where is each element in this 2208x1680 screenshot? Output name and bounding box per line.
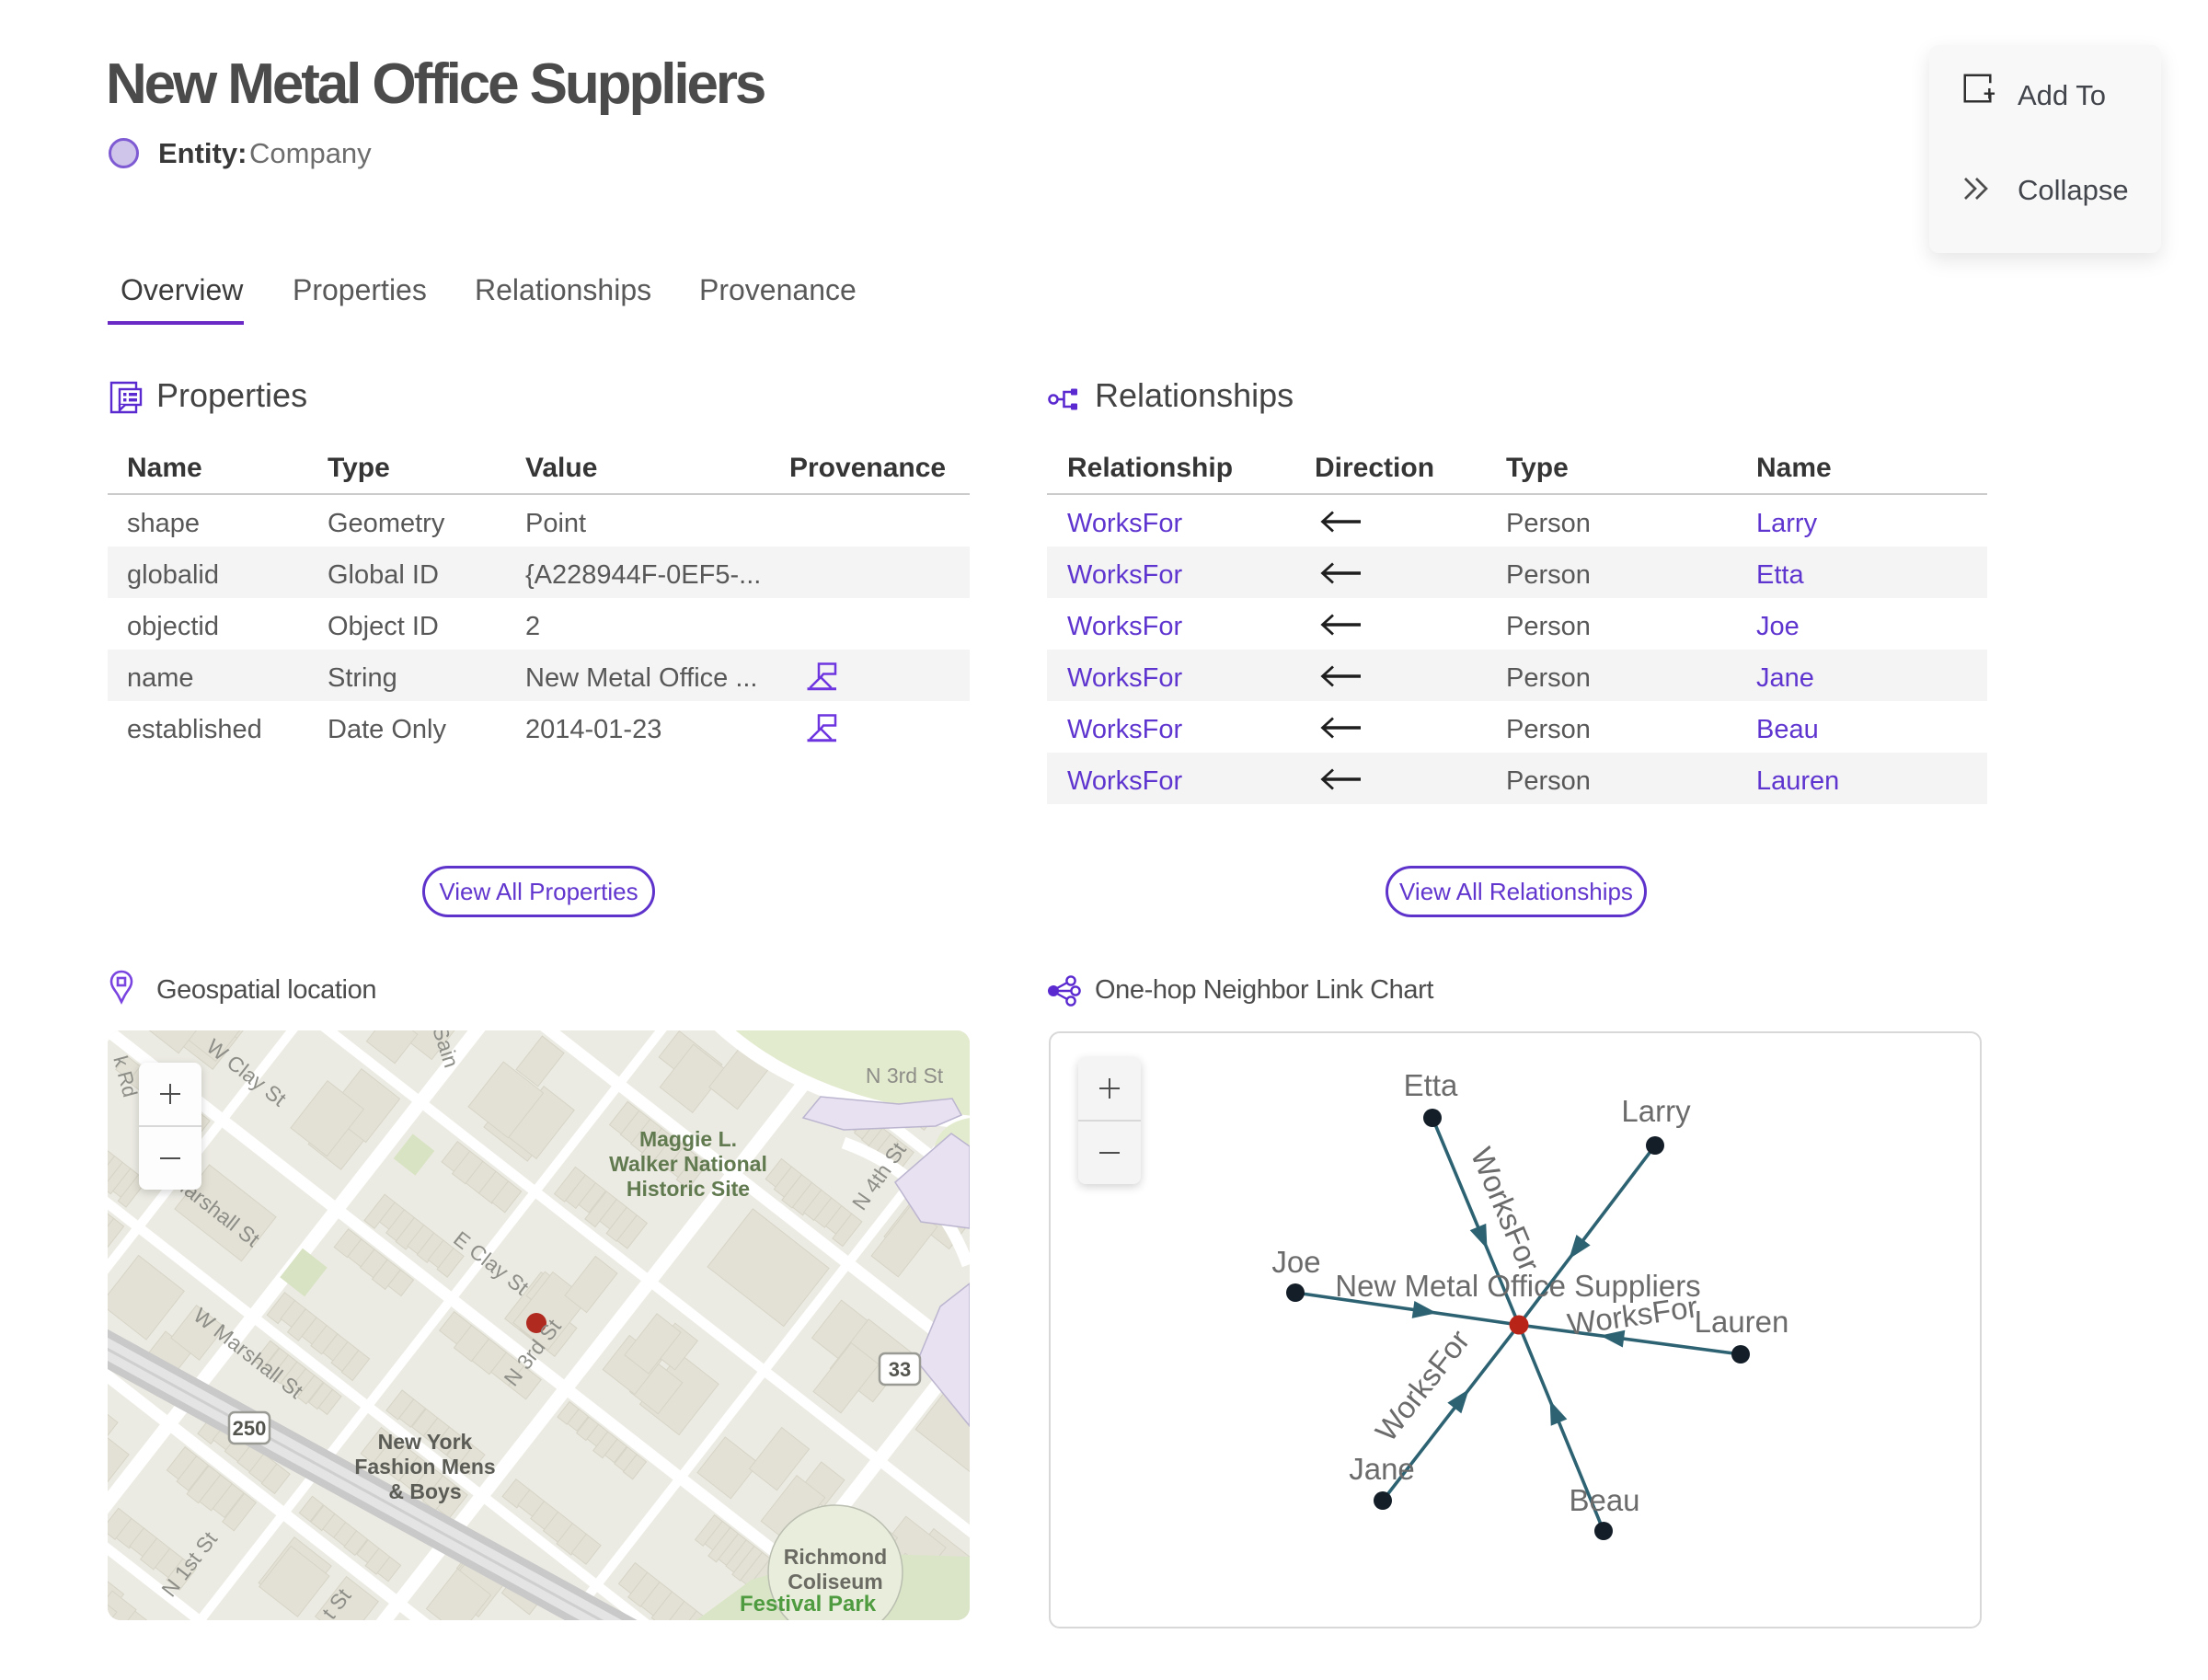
svg-text:& Boys: & Boys	[388, 1479, 461, 1503]
svg-text:Joe: Joe	[1271, 1245, 1320, 1279]
svg-text:Coliseum: Coliseum	[788, 1570, 883, 1594]
svg-text:Historic Site: Historic Site	[627, 1177, 750, 1201]
svg-text:33: 33	[889, 1358, 911, 1381]
svg-text:Maggie L.: Maggie L.	[639, 1127, 737, 1151]
svg-text:New York: New York	[378, 1430, 473, 1454]
svg-text:Jane: Jane	[1349, 1452, 1415, 1486]
svg-text:WorksFor: WorksFor	[1369, 1323, 1477, 1447]
svg-text:Festival Park: Festival Park	[740, 1592, 877, 1617]
svg-text:250: 250	[233, 1417, 267, 1440]
svg-text:WorksFor: WorksFor	[1465, 1143, 1547, 1277]
svg-text:Lauren: Lauren	[1695, 1305, 1789, 1339]
svg-text:N 3rd St: N 3rd St	[866, 1064, 944, 1087]
svg-text:Beau: Beau	[1569, 1483, 1639, 1517]
svg-text:Richmond: Richmond	[784, 1545, 887, 1569]
svg-text:Larry: Larry	[1621, 1094, 1691, 1128]
svg-text:Walker National: Walker National	[609, 1152, 767, 1176]
svg-text:Fashion Mens: Fashion Mens	[354, 1455, 495, 1479]
svg-text:Etta: Etta	[1404, 1068, 1458, 1102]
